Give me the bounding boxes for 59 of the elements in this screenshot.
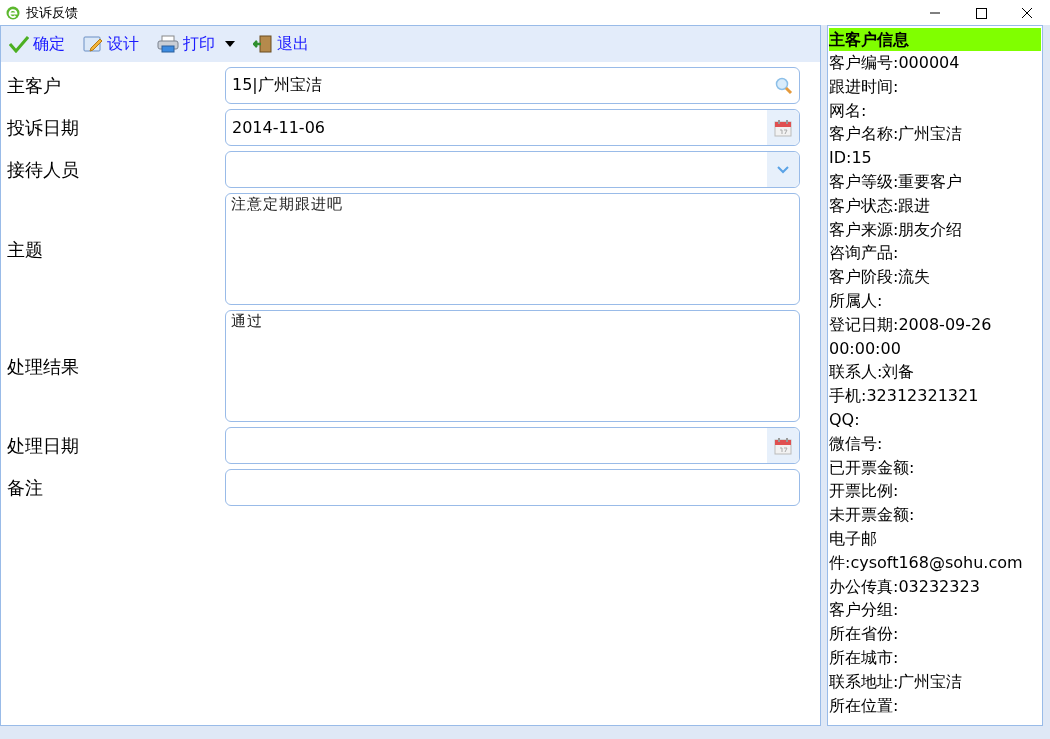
info-line: 开票比例: (829, 480, 900, 503)
info-line: 登记日期:2008-09-26 00:00:00 (829, 313, 993, 360)
field-label: 主客户 (6, 74, 62, 98)
info-line: 已开票金额: (829, 456, 916, 479)
window-title: 投诉反馈 (26, 3, 78, 22)
pencil-icon (83, 35, 103, 53)
text-area[interactable]: 注意定期跟进吧 (225, 193, 800, 305)
calendar-icon (774, 118, 792, 137)
info-line: 所在城市: (829, 646, 900, 669)
info-line: 手机:32312321321 (829, 385, 980, 408)
info-line: 网名: (829, 99, 868, 122)
input-field[interactable]: 15|广州宝洁 (225, 67, 800, 104)
panel-title: 主客户信息 (829, 28, 1041, 51)
info-line: 所在位置: (829, 694, 900, 717)
info-line: 客户名称:广州宝洁 (829, 123, 964, 146)
field-label: 处理日期 (6, 434, 80, 458)
info-line: 电子邮件:cysoft168@sohu.com (829, 527, 1024, 574)
info-line: 所属人: (829, 289, 884, 312)
input-field[interactable] (225, 469, 800, 506)
field-label: 处理结果 (6, 354, 80, 379)
toolbar-button[interactable]: 设计 (83, 32, 139, 56)
text-area[interactable]: 通过 (225, 310, 800, 422)
dropdown-button[interactable] (767, 152, 799, 187)
door-icon (253, 35, 273, 53)
field-label: 备注 (6, 476, 44, 500)
info-line: 办公传真:03232323 (829, 575, 981, 598)
caret-icon (225, 41, 235, 47)
field-label: 主题 (6, 237, 44, 262)
field-label: 投诉日期 (6, 116, 80, 140)
info-line: 客户编号:000004 (829, 52, 961, 74)
info-line: ID:15 (829, 147, 873, 170)
calendar-icon (774, 436, 792, 455)
app-icon (6, 5, 20, 20)
info-line: 跟进时间: (829, 75, 900, 98)
chevron-down-icon (777, 165, 789, 174)
field-label: 接待人员 (6, 158, 80, 182)
info-line: 客户等级:重要客户 (829, 171, 964, 193)
info-line: 联系地址:广州宝洁 (829, 670, 964, 693)
calendar-button[interactable] (767, 428, 799, 463)
dropdown-field[interactable] (225, 151, 800, 188)
info-line: 客户分组: (829, 599, 900, 622)
info-line: 客户状态:跟进 (829, 194, 932, 217)
info-line: 客户阶段:流失 (829, 266, 932, 289)
checkmark-icon (9, 35, 29, 53)
calendar-button[interactable] (767, 110, 799, 145)
info-line: 微信号: (829, 432, 884, 455)
search-icon (775, 76, 793, 95)
info-line: 客户来源:朋友介绍 (829, 218, 964, 241)
info-line: 咨询产品: (829, 242, 900, 265)
toolbar-button[interactable]: 确定 (9, 32, 65, 56)
input-field[interactable]: 2014-11-06 (225, 109, 800, 146)
printer-icon (157, 35, 179, 53)
info-line: 所在省份: (829, 623, 900, 646)
input-field[interactable] (225, 427, 800, 464)
toolbar-button[interactable]: 打印 (157, 32, 235, 56)
info-line: 未开票金额: (829, 504, 916, 527)
info-line: QQ: (829, 408, 861, 431)
toolbar-button[interactable]: 退出 (253, 32, 309, 56)
info-line: 联系人:刘备 (829, 361, 916, 384)
